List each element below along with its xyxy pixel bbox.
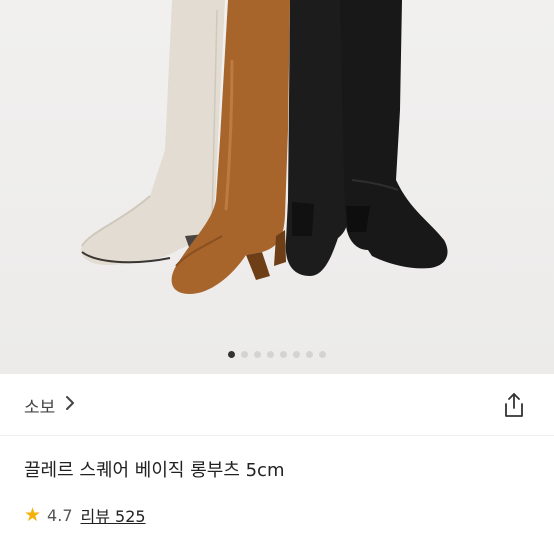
carousel-dot[interactable] bbox=[254, 351, 261, 358]
store-link[interactable]: 소보 bbox=[24, 393, 75, 418]
share-icon[interactable] bbox=[502, 392, 526, 418]
carousel-dot[interactable] bbox=[267, 351, 274, 358]
carousel-dot[interactable] bbox=[306, 351, 313, 358]
chevron-right-icon bbox=[65, 395, 75, 416]
carousel-dot[interactable] bbox=[280, 351, 287, 358]
rating-score: 4.7 bbox=[47, 505, 73, 525]
rating-row: ★ 4.7 리뷰 525 bbox=[24, 503, 146, 527]
carousel-indicator[interactable] bbox=[0, 351, 554, 358]
carousel-dot[interactable] bbox=[241, 351, 248, 358]
review-link[interactable]: 리뷰 525 bbox=[81, 503, 146, 527]
carousel-dot[interactable] bbox=[228, 351, 235, 358]
star-icon: ★ bbox=[24, 503, 42, 526]
store-name: 소보 bbox=[24, 397, 56, 418]
boots-image bbox=[81, 0, 448, 294]
carousel-dot[interactable] bbox=[319, 351, 326, 358]
carousel-dot[interactable] bbox=[293, 351, 300, 358]
product-image-carousel[interactable] bbox=[0, 0, 554, 374]
product-title: 끌레르 스퀘어 베이직 롱부츠 5cm bbox=[24, 460, 285, 481]
store-row: 소보 bbox=[0, 375, 554, 436]
